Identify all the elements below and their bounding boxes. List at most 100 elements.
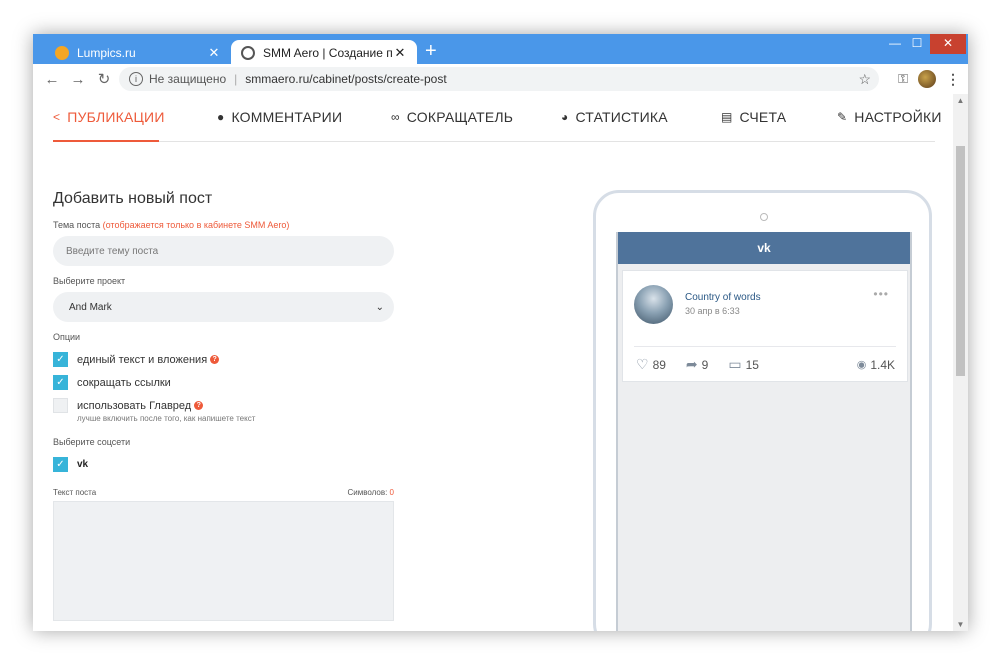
heart-icon: ♡ — [636, 356, 649, 372]
url-text[interactable]: smmaero.ru/cabinet/posts/create-post — [245, 72, 446, 86]
post-avatar — [634, 285, 673, 324]
social-label: Выберите соцсети — [53, 437, 131, 447]
pie-chart-icon: ◕ — [561, 110, 569, 124]
chevron-down-icon: ⌄ — [375, 301, 384, 313]
shares-stat: ➦ 9 — [685, 356, 709, 372]
scroll-up-icon[interactable]: ▲ — [953, 96, 968, 105]
lumpics-favicon-icon — [55, 46, 69, 60]
back-button[interactable]: ← — [39, 71, 65, 88]
browser-window: Lumpics.ru ✕ SMM Aero | Создание поста ✕… — [33, 34, 968, 631]
window-close-button[interactable]: ✕ — [930, 34, 966, 54]
nav-label: КОММЕНТАРИИ — [231, 109, 343, 125]
more-options-icon: ••• — [873, 287, 889, 301]
nav-statistics[interactable]: ◕ СТАТИСТИКА — [561, 109, 668, 125]
phone-preview: vk Country of words 30 апр в 6:33 ••• ♡ 8… — [593, 190, 932, 631]
nav-accounts[interactable]: ▤ СЧЕТА — [721, 109, 786, 125]
forward-button[interactable]: → — [65, 71, 91, 88]
option-shorten-links[interactable]: ✓ сокращать ссылки — [53, 371, 398, 394]
checkbox-unchecked[interactable] — [53, 398, 68, 413]
tab-lumpics[interactable]: Lumpics.ru ✕ — [45, 40, 231, 66]
nav-label: НАСТРОЙКИ — [854, 109, 942, 125]
topic-label: Тема поста (отображается только в кабине… — [53, 220, 290, 230]
link-icon: ∞ — [391, 110, 400, 124]
scroll-down-icon[interactable]: ▼ — [953, 620, 968, 629]
option-label: сокращать ссылки — [77, 376, 171, 389]
options-label: Опции — [53, 332, 81, 342]
maximize-button[interactable]: ☐ — [900, 34, 934, 54]
menu-dots-icon[interactable]: ⋮ — [946, 71, 960, 88]
project-select[interactable]: And Mark ⌄ — [53, 292, 394, 322]
nav-label: СТАТИСТИКА — [575, 109, 668, 125]
wrench-icon: ✎ — [837, 110, 848, 124]
project-label: Выберите проект — [53, 276, 126, 286]
option-label: единый текст и вложения — [77, 353, 208, 366]
checkbox-checked[interactable]: ✓ — [53, 375, 68, 390]
comment-icon: ▭ — [728, 356, 742, 372]
nav-settings[interactable]: ✎ НАСТРОЙКИ — [837, 109, 942, 125]
topic-input[interactable]: Введите тему поста — [53, 236, 394, 266]
nav-label: СОКРАЩАТЕЛЬ — [406, 109, 514, 125]
tab-title: SMM Aero | Создание поста — [263, 46, 393, 60]
tab-close-icon[interactable]: ✕ — [393, 45, 407, 61]
page-scrollbar[interactable]: ▲ ▼ — [953, 94, 968, 631]
nav-label: ПУБЛИКАЦИИ — [67, 109, 165, 125]
post-text-area[interactable] — [53, 501, 394, 621]
active-tab-indicator — [53, 140, 159, 142]
help-icon[interactable]: ? — [210, 355, 220, 364]
tab-smm-aero[interactable]: SMM Aero | Создание поста ✕ — [231, 40, 417, 66]
bookmark-star-icon[interactable]: ☆ — [858, 71, 871, 88]
topic-note: (отображается только в кабинете SMM Aero… — [102, 220, 290, 230]
phone-screen: vk Country of words 30 апр в 6:33 ••• ♡ 8… — [616, 232, 912, 631]
document-icon: ▤ — [721, 110, 733, 124]
globe-icon — [241, 46, 255, 60]
phone-camera — [760, 213, 768, 221]
create-post-form: Добавить новый пост Тема поста (отобража… — [53, 190, 398, 621]
nav-shortener[interactable]: ∞ СОКРАЩАТЕЛЬ — [391, 109, 513, 125]
text-label: Текст поста — [53, 488, 97, 497]
post-divider — [634, 346, 896, 347]
nav-label: СЧЕТА — [739, 109, 787, 125]
key-icon[interactable]: ⚿ — [898, 71, 908, 87]
post-stats: ♡ 89 ➦ 9 ▭ 15 ◉ 1.4K — [636, 356, 895, 373]
eye-icon: ◉ — [856, 359, 867, 371]
vk-icon: vk — [77, 459, 89, 470]
info-icon[interactable]: i — [129, 72, 143, 86]
help-icon[interactable]: ? — [194, 401, 204, 410]
symbols-counter: Символов: 0 — [347, 488, 394, 497]
address-bar[interactable]: i Не защищено | smmaero.ru/cabinet/posts… — [119, 67, 879, 91]
security-status: Не защищено — [149, 72, 227, 86]
scrollbar-thumb[interactable] — [956, 146, 965, 376]
option-unified-text[interactable]: ✓ единый текст и вложения ? — [53, 348, 398, 371]
toolbar-actions: ⚿ ⋮ — [898, 70, 960, 88]
post-preview-card: Country of words 30 апр в 6:33 ••• ♡ 89 ➦… — [622, 270, 908, 382]
post-author: Country of words — [685, 292, 761, 303]
tab-title: Lumpics.ru — [77, 46, 136, 60]
views-stat: ◉ 1.4K — [856, 357, 895, 372]
vk-header: vk — [618, 232, 910, 264]
checkbox-checked[interactable]: ✓ — [53, 352, 68, 367]
likes-stat: ♡ 89 — [636, 356, 666, 372]
browser-toolbar: ← → ↻ i Не защищено | smmaero.ru/cabinet… — [33, 64, 968, 94]
profile-avatar[interactable] — [918, 70, 936, 88]
text-header: Текст поста Символов: 0 — [53, 488, 394, 497]
checkbox-checked[interactable]: ✓ — [53, 457, 68, 472]
address-separator: | — [234, 72, 238, 86]
nav-comments[interactable]: ● КОММЕНТАРИИ — [217, 109, 342, 125]
comments-icon: ● — [217, 110, 225, 124]
reload-button[interactable]: ↻ — [91, 70, 117, 88]
tab-close-icon[interactable]: ✕ — [207, 45, 221, 61]
option-label: использовать Главред — [77, 399, 192, 412]
vk-logo-icon: vk — [757, 241, 771, 255]
share-arrow-icon: ➦ — [685, 356, 698, 372]
social-vk[interactable]: ✓ vk — [53, 453, 398, 476]
nav-publications[interactable]: < ПУБЛИКАЦИИ — [53, 109, 165, 125]
new-tab-button[interactable]: + — [425, 41, 437, 61]
comments-stat: ▭ 15 — [728, 356, 759, 372]
post-date: 30 апр в 6:33 — [685, 306, 740, 316]
share-icon: < — [53, 110, 61, 124]
glavred-hint: лучше включить после того, как напишете … — [77, 414, 256, 423]
project-value: And Mark — [69, 301, 112, 313]
form-title: Добавить новый пост — [53, 190, 213, 207]
title-bar: Lumpics.ru ✕ SMM Aero | Создание поста ✕… — [33, 34, 968, 66]
page-content: < ПУБЛИКАЦИИ ● КОММЕНТАРИИ ∞ СОКРАЩАТЕЛЬ… — [33, 94, 968, 631]
